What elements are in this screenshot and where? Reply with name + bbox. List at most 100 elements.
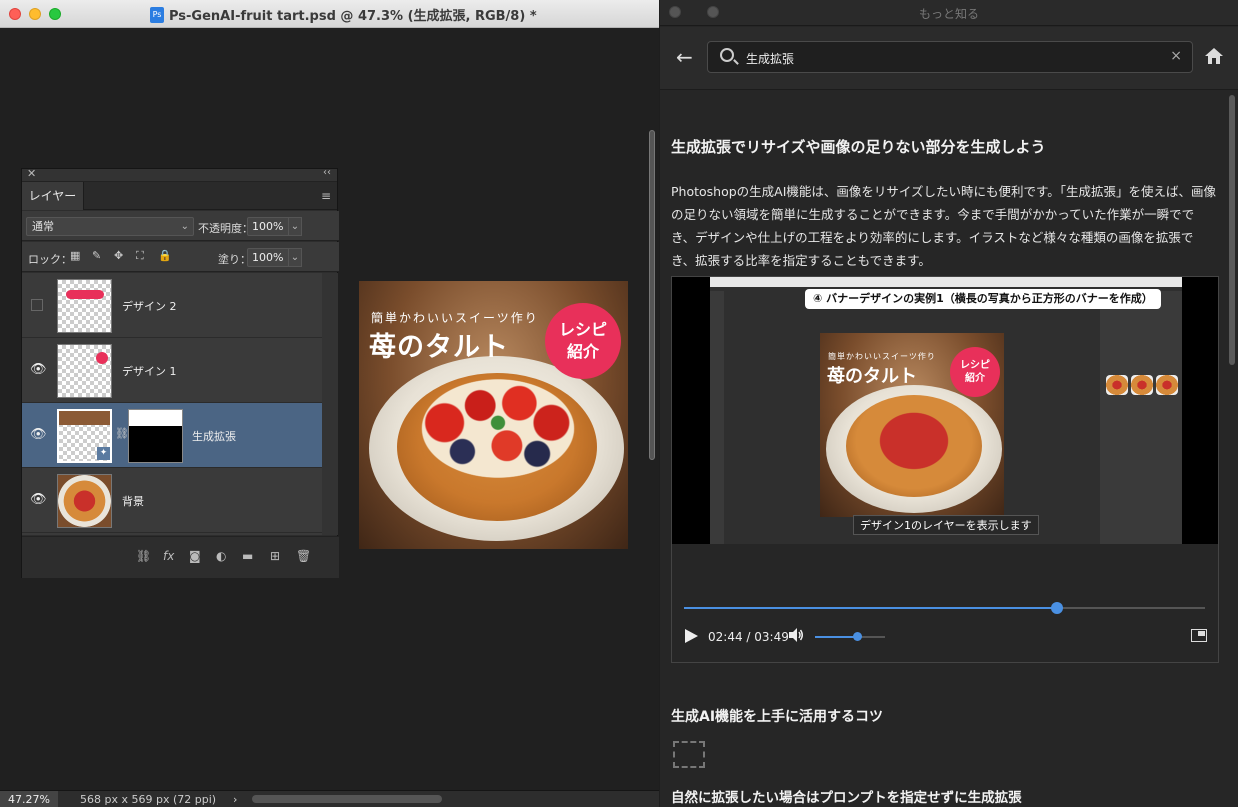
layers-scrollbar[interactable] (322, 273, 338, 535)
layer-thumbnail: ✦ (57, 409, 112, 463)
panel-menu-icon[interactable]: ≡ (321, 189, 331, 203)
lock-all-icon[interactable]: 🔒 (158, 249, 172, 262)
help-title-bar: もっと知る (660, 0, 1238, 26)
help-window-title: もっと知る (918, 7, 979, 21)
back-arrow-icon[interactable]: ← (676, 45, 693, 69)
eye-icon[interactable]: 👁 (30, 493, 47, 506)
photoshop-window: Ps Ps-GenAI-fruit tart.psd @ 47.3% (生成拡張… (0, 0, 659, 807)
thumbnail-preview (1131, 375, 1153, 395)
play-icon[interactable] (685, 629, 698, 643)
adjustment-layer-icon[interactable]: ◐ (216, 549, 226, 563)
time-readout: 02:44 / 03:49 (708, 630, 789, 644)
canvas-document-image[interactable]: 簡単かわいいスイーツ作り 苺のタルト レシピ 紹介 (359, 281, 628, 549)
layer-name: デザイン 2 (122, 300, 177, 313)
badge-text: レシピ 紹介 (960, 360, 990, 384)
help-scrollbar[interactable] (1226, 90, 1238, 807)
video-canvas-title: 苺のタルト (827, 366, 917, 387)
layer-name: 生成拡張 (192, 430, 236, 443)
volume-handle[interactable] (853, 632, 862, 641)
layer-row-design1[interactable]: 👁 デザイン 1 (22, 338, 322, 403)
folder-icon[interactable]: ▬ (242, 549, 253, 563)
fill-field[interactable]: 100% (247, 248, 291, 267)
document-size: 568 px x 569 px (72 ppi) (80, 793, 217, 806)
scrollbar-thumb[interactable] (649, 130, 655, 460)
layer-name: デザイン 1 (122, 365, 177, 378)
video-progress-bar[interactable] (684, 602, 1205, 614)
canvas-badge: レシピ 紹介 (545, 303, 621, 379)
fx-icon[interactable]: fx (163, 549, 174, 563)
search-value: 生成拡張 (746, 52, 795, 66)
close-panel-icon[interactable]: ✕ (27, 167, 36, 180)
trash-icon[interactable]: 🗑 (296, 549, 311, 563)
video-toolbar (710, 291, 724, 544)
scrollbar-thumb[interactable] (1229, 95, 1235, 365)
search-input[interactable]: 生成拡張 × (707, 41, 1193, 73)
volume-fill (815, 636, 857, 638)
horizontal-scrollbar-thumb[interactable] (252, 795, 442, 803)
progress-handle[interactable] (1051, 602, 1064, 614)
photoshop-doc-icon: Ps (150, 6, 164, 23)
lock-pixels-icon[interactable]: ✎ (92, 249, 101, 262)
generative-badge-icon: ✦ (97, 447, 110, 460)
canvas-subtitle: 簡単かわいいスイーツ作り (371, 311, 539, 325)
layer-row-design2[interactable]: デザイン 2 (22, 273, 322, 338)
lock-transparency-icon[interactable]: ▦ (70, 249, 80, 262)
video-side-panel (1100, 291, 1182, 544)
lock-label: ロック： (28, 253, 72, 266)
clear-search-icon[interactable]: × (1170, 48, 1182, 64)
layer-row-background[interactable]: 👁 背景 (22, 468, 322, 533)
home-icon[interactable] (1204, 47, 1224, 65)
layer-mask-thumbnail[interactable] (128, 409, 183, 463)
picture-in-picture-icon[interactable] (1191, 629, 1207, 642)
panel-tabbar: レイヤー ≡ (22, 182, 337, 210)
eye-icon[interactable]: 👁 (30, 363, 47, 376)
blend-row: 通常 ⌄ 不透明度： 100% ⌄ (22, 211, 339, 241)
video-subtitle: デザイン1のレイヤーを表示します (853, 515, 1039, 535)
blend-mode-select[interactable]: 通常 ⌄ (26, 217, 194, 236)
tab-layers[interactable]: レイヤー (22, 182, 84, 210)
chevron-right-icon[interactable]: › (233, 793, 237, 806)
lock-artboard-icon[interactable]: ⛶ (136, 249, 144, 263)
progress-fill (684, 607, 1058, 609)
learn-more-window: もっと知る ← 生成拡張 × 生成拡張でリサイズや画像の足りない部分を生成しよう… (660, 0, 1238, 807)
layer-thumbnail (57, 344, 112, 398)
visibility-toggle-off[interactable] (31, 299, 43, 311)
tart-shape (846, 395, 982, 497)
new-layer-icon[interactable]: ⊞ (270, 549, 280, 563)
chain-link-icon[interactable]: ⛓ (115, 427, 129, 440)
badge-text: レシピ 紹介 (558, 320, 607, 361)
volume-slider[interactable] (815, 632, 885, 641)
vertical-scrollbar[interactable] (646, 30, 658, 786)
image-placeholder-icon (673, 741, 705, 768)
status-bar: 47.27% 568 px x 569 px (72 ppi) › (0, 790, 659, 807)
zoom-field[interactable]: 47.27% (0, 791, 58, 807)
video-canvas-image: 簡単かわいいスイーツ作り 苺のタルト レシピ 紹介 (820, 333, 1004, 517)
lock-position-icon[interactable]: ✥ (114, 249, 123, 262)
volume-icon[interactable] (788, 627, 804, 643)
article-heading: 生成拡張でリサイズや画像の足りない部分を生成しよう (671, 138, 1046, 156)
thumbnail-preview (1156, 375, 1178, 395)
opacity-dropdown-icon[interactable]: ⌄ (288, 217, 302, 236)
layer-row-generative-expand[interactable]: 👁 ✦ ⛓ 生成拡張 (22, 403, 322, 468)
video-content: 簡単かわいいスイーツ作り 苺のタルト レシピ 紹介 ④ バナーデザインの実例1（… (710, 277, 1182, 544)
close-window-button[interactable] (9, 8, 21, 20)
fill-dropdown-icon[interactable]: ⌄ (288, 248, 302, 267)
eye-icon[interactable]: 👁 (30, 428, 47, 441)
section-heading: 生成AI機能を上手に活用するコツ (671, 709, 884, 725)
add-mask-icon[interactable]: ◙ (189, 549, 201, 563)
help-toolbar: ← 生成拡張 × (660, 27, 1238, 90)
video-canvas-badge: レシピ 紹介 (950, 347, 1000, 397)
article-body: Photoshopの生成AI機能は、画像をリサイズしたい時にも便利です。「生成拡… (671, 184, 1217, 268)
collapse-panel-icon[interactable]: ‹‹ (323, 167, 331, 178)
minimize-window-button[interactable] (29, 8, 41, 20)
layer-thumbnail (57, 474, 112, 528)
video-menubar (710, 277, 1182, 287)
thumbnail-preview (1106, 375, 1128, 395)
panel-header: ✕ ‹‹ (22, 167, 337, 182)
maximize-window-button[interactable] (49, 8, 61, 20)
window-title: Ps-GenAI-fruit tart.psd @ 47.3% (生成拡張, R… (169, 9, 537, 24)
layer-thumbnail (57, 279, 112, 333)
opacity-field[interactable]: 100% (247, 217, 291, 236)
video-frame[interactable]: 簡単かわいいスイーツ作り 苺のタルト レシピ 紹介 ④ バナーデザインの実例1（… (672, 277, 1218, 544)
link-layers-icon[interactable]: ⛓ (136, 549, 151, 563)
